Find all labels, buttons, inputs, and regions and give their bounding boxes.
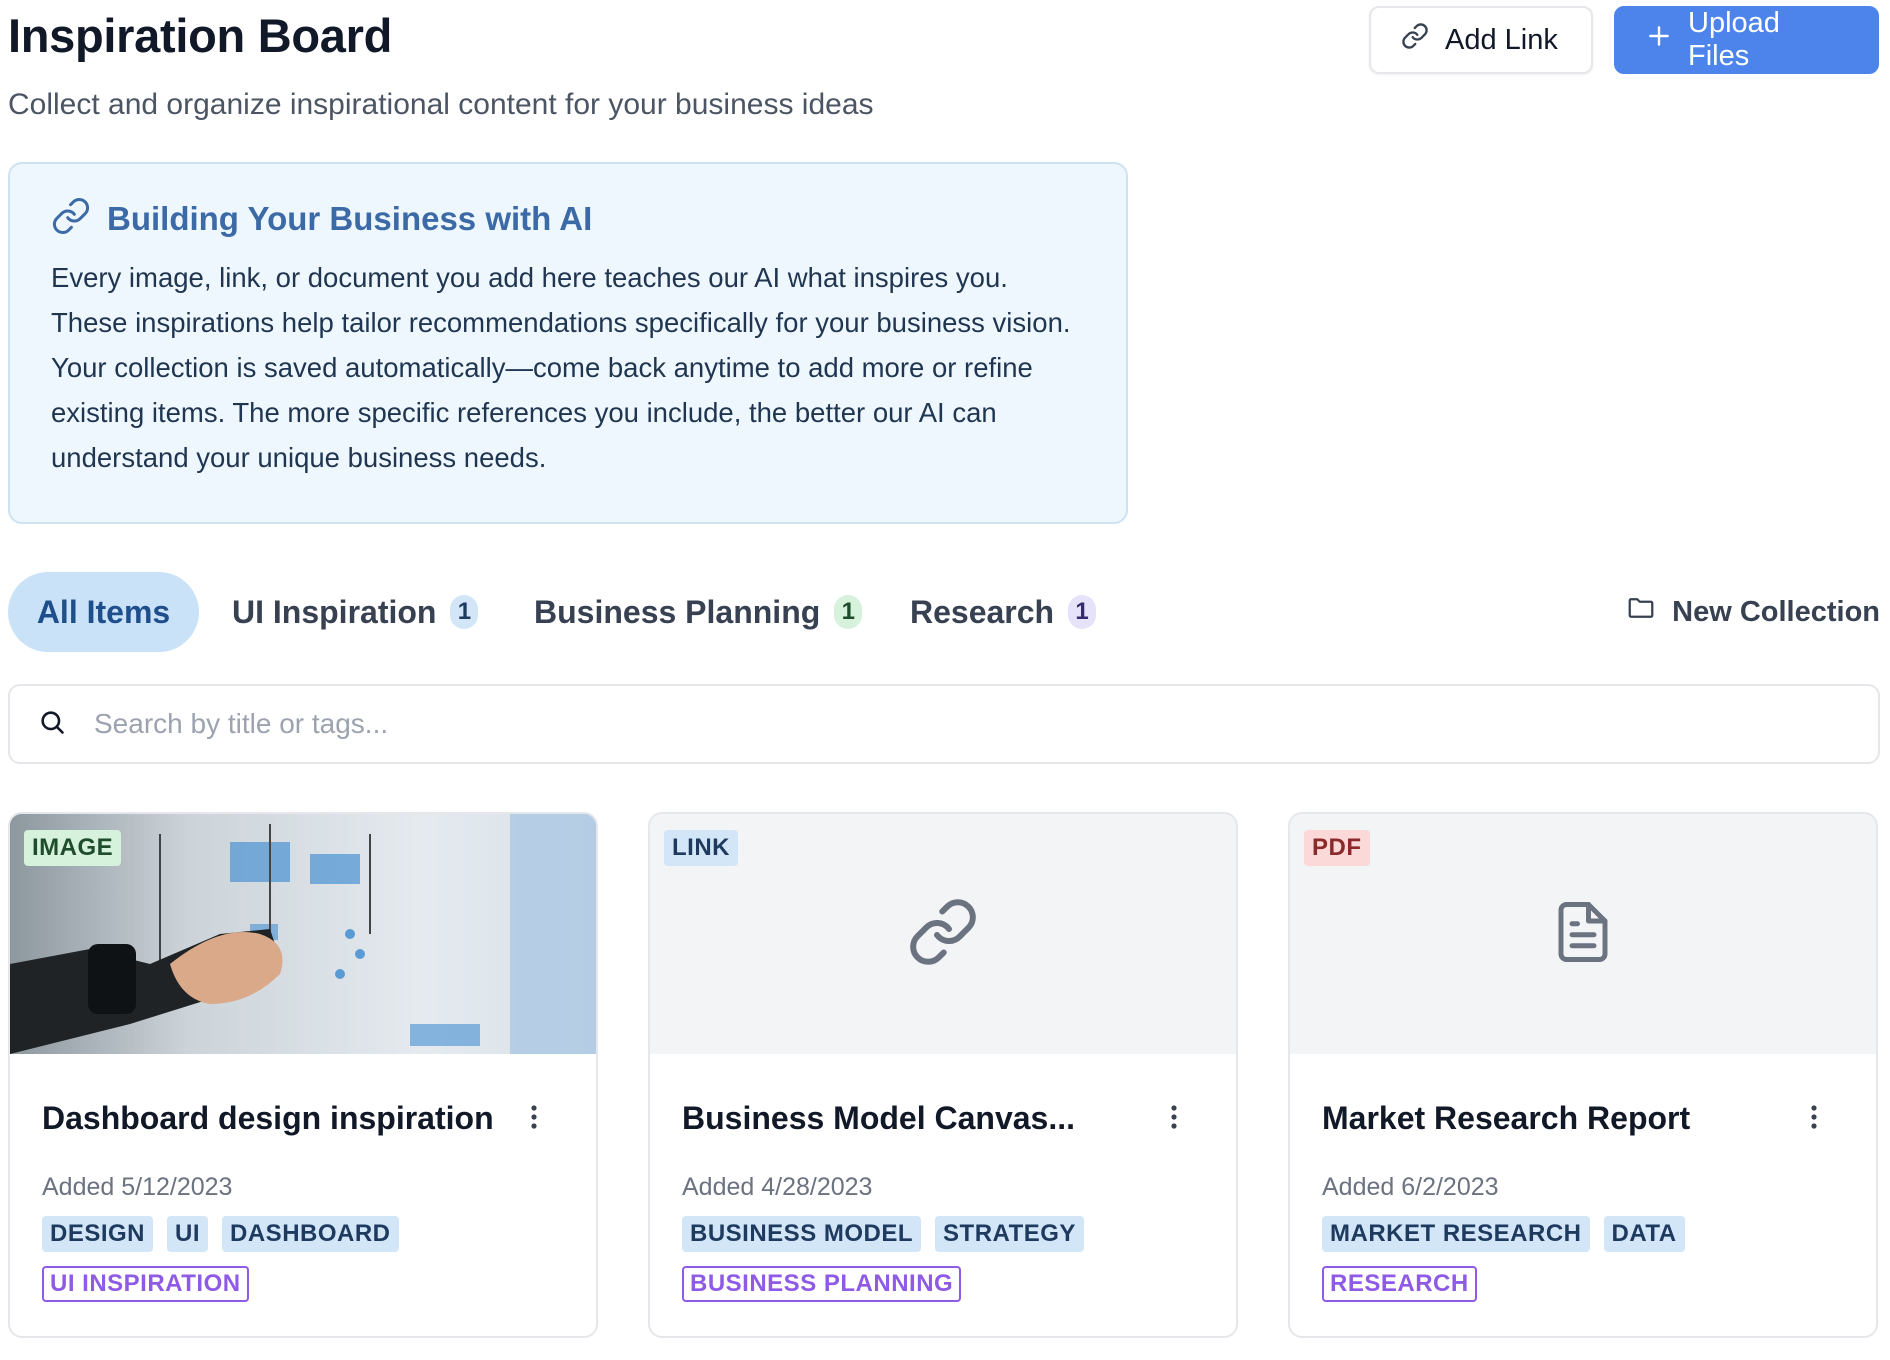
card-date: Added 5/12/2023 <box>42 1173 233 1201</box>
link-icon <box>1401 22 1429 58</box>
tab-count-badge: 1 <box>450 595 479 629</box>
inspiration-card[interactable]: LINK Business Model Canvas... Added 4/28… <box>648 812 1238 1338</box>
more-vertical-icon[interactable] <box>1170 1104 1178 1135</box>
plus-icon <box>1646 23 1672 57</box>
tab-count-badge: 1 <box>834 595 863 629</box>
tab-all-items[interactable]: All Items <box>8 572 199 652</box>
new-collection-label: New Collection <box>1672 595 1880 628</box>
collection-tag[interactable]: UI INSPIRATION <box>42 1266 249 1302</box>
tag-list: BUSINESS MODEL STRATEGY <box>682 1216 1204 1252</box>
card-thumbnail: PDF <box>1290 814 1876 1054</box>
tab-count-badge: 1 <box>1068 595 1097 629</box>
page-subtitle: Collect and organize inspirational conte… <box>8 88 874 121</box>
tab-ui-inspiration[interactable]: UI Inspiration 1 <box>232 572 479 652</box>
add-link-label: Add Link <box>1445 23 1558 56</box>
new-collection-button[interactable]: New Collection <box>1626 572 1880 652</box>
add-link-button[interactable]: Add Link <box>1369 6 1593 74</box>
card-title: Market Research Report <box>1322 1100 1691 1136</box>
card-title: Business Model Canvas... <box>682 1100 1076 1136</box>
info-title: Building Your Business with AI <box>107 199 593 237</box>
tag[interactable]: MARKET RESEARCH <box>1322 1216 1590 1252</box>
tag[interactable]: DATA <box>1603 1216 1685 1252</box>
type-badge: LINK <box>664 830 738 866</box>
tab-label: Business Planning <box>534 593 821 630</box>
upload-files-button[interactable]: Upload Files <box>1614 6 1879 74</box>
tag-list: DESIGN UI DASHBOARD <box>42 1216 564 1252</box>
tab-label: Research <box>910 593 1055 630</box>
tab-research[interactable]: Research 1 <box>910 572 1097 652</box>
tab-business-planning[interactable]: Business Planning 1 <box>534 572 863 652</box>
tag-list: MARKET RESEARCH DATA <box>1322 1216 1844 1252</box>
search-input[interactable] <box>94 708 1794 740</box>
card-date: Added 6/2/2023 <box>1322 1173 1499 1201</box>
tab-label: UI Inspiration <box>232 593 437 630</box>
upload-files-label: Upload Files <box>1688 7 1780 72</box>
card-thumbnail: LINK <box>650 814 1236 1054</box>
inspiration-card[interactable]: IMAGE Dashboard design inspiration Added… <box>8 812 598 1338</box>
tag[interactable]: BUSINESS MODEL <box>682 1216 922 1252</box>
collection-tabs: All Items UI Inspiration 1 Business Plan… <box>8 572 1880 652</box>
info-body: Every image, link, or document you add h… <box>51 262 1071 473</box>
document-icon <box>1550 896 1616 973</box>
tag[interactable]: UI <box>167 1216 209 1252</box>
tag[interactable]: DESIGN <box>42 1216 154 1252</box>
search-icon <box>38 708 66 741</box>
folder-icon <box>1626 593 1656 631</box>
card-thumbnail: IMAGE <box>10 814 596 1054</box>
type-badge: PDF <box>1304 830 1370 866</box>
search-bar <box>8 684 1880 764</box>
info-panel: Building Your Business with AI Every ima… <box>8 162 1128 524</box>
collection-tag[interactable]: RESEARCH <box>1322 1266 1477 1302</box>
more-vertical-icon[interactable] <box>1810 1104 1818 1135</box>
link-icon <box>51 196 91 241</box>
link-icon <box>907 896 979 973</box>
tag[interactable]: STRATEGY <box>935 1216 1084 1252</box>
more-vertical-icon[interactable] <box>530 1104 538 1135</box>
type-badge: IMAGE <box>24 830 122 866</box>
card-date: Added 4/28/2023 <box>682 1173 873 1201</box>
page-title: Inspiration Board <box>8 9 392 62</box>
inspiration-card[interactable]: PDF Market Research Report Added 6/2/202… <box>1288 812 1878 1338</box>
card-title: Dashboard design inspiration <box>42 1100 494 1136</box>
collection-tag[interactable]: BUSINESS PLANNING <box>682 1266 962 1302</box>
tag[interactable]: DASHBOARD <box>222 1216 399 1252</box>
